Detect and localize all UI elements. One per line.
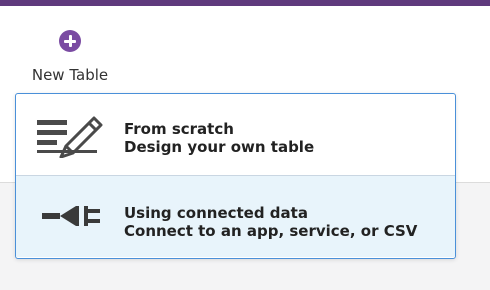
plus-circle-icon: [59, 30, 81, 52]
menu-item-from-scratch[interactable]: From scratch Design your own table: [16, 94, 455, 175]
new-table-label: New Table: [31, 66, 109, 84]
page: New Table From scratch Design your own t…: [0, 0, 490, 290]
menu-item-text: From scratch Design your own table: [124, 120, 314, 156]
menu-item-connected-data[interactable]: Using connected data Connect to an app, …: [16, 176, 455, 257]
menu-item-subtitle: Connect to an app, service, or CSV: [124, 222, 418, 240]
menu-item-text: Using connected data Connect to an app, …: [124, 204, 417, 240]
menu-item-subtitle: Design your own table: [124, 138, 315, 156]
pencil-lines-icon: [37, 116, 103, 158]
new-table-button[interactable]: New Table: [24, 30, 116, 88]
new-table-dropdown-menu: From scratch Design your own table Using…: [15, 93, 456, 259]
plug-icon: [42, 206, 100, 226]
menu-item-title: Using connected data: [124, 204, 308, 222]
menu-item-title: From scratch: [124, 120, 234, 138]
